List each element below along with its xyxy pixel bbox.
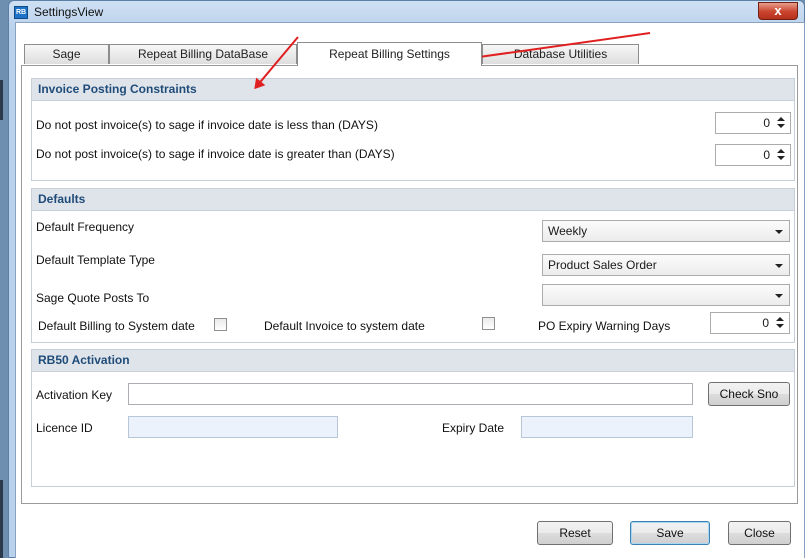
default-frequency-label: Default Frequency [36, 220, 135, 234]
chevron-down-icon [775, 294, 783, 298]
window-title: SettingsView [34, 5, 104, 19]
po-expiry-spinner[interactable]: 0 [710, 312, 790, 334]
po-expiry-label: PO Expiry Warning Days [538, 319, 671, 333]
default-template-select[interactable]: Product Sales Order [542, 254, 790, 276]
chevron-down-icon [775, 264, 783, 268]
window-close-button[interactable]: x [758, 2, 798, 20]
chevron-down-icon [775, 230, 783, 234]
licence-id-label: Licence ID [36, 421, 93, 435]
expiry-date-label: Expiry Date [442, 421, 505, 435]
default-frequency-select[interactable]: Weekly [542, 220, 790, 242]
spinner-up-down-icon[interactable] [775, 314, 785, 332]
billing-system-date-label: Default Billing to System date [38, 319, 195, 333]
activation-header: RB50 Activation [32, 350, 794, 372]
po-expiry-value: 0 [762, 316, 769, 330]
default-frequency-value: Weekly [548, 224, 588, 238]
greater-than-days-label: Do not post invoice(s) to sage if invoic… [36, 147, 395, 161]
less-than-days-value: 0 [763, 116, 770, 130]
invoice-posting-header: Invoice Posting Constraints [32, 79, 794, 101]
defaults-header: Defaults [32, 189, 794, 211]
tab-sage[interactable]: Sage [24, 44, 109, 64]
title-bar[interactable]: RB SettingsView x [9, 1, 804, 23]
greater-than-days-value: 0 [763, 148, 770, 162]
sage-quote-select[interactable] [542, 284, 790, 306]
default-template-label: Default Template Type [36, 253, 155, 267]
check-sno-button[interactable]: Check Sno [708, 382, 790, 406]
background-window-edge [0, 80, 3, 120]
app-icon: RB [14, 6, 28, 19]
billing-system-date-checkbox[interactable] [214, 318, 227, 331]
save-button[interactable]: Save [630, 521, 710, 545]
invoice-system-date-label: Default Invoice to system date [264, 319, 425, 333]
less-than-days-spinner[interactable]: 0 [715, 112, 791, 134]
reset-button[interactable]: Reset [537, 521, 613, 545]
greater-than-days-spinner[interactable]: 0 [715, 144, 791, 166]
expiry-date-field [521, 416, 693, 438]
less-than-days-label: Do not post invoice(s) to sage if invoic… [36, 118, 378, 132]
tab-repeat-billing-database[interactable]: Repeat Billing DataBase [109, 44, 297, 64]
sage-quote-label: Sage Quote Posts To [36, 291, 150, 305]
close-button[interactable]: Close [728, 521, 791, 545]
tab-repeat-billing-settings[interactable]: Repeat Billing Settings [297, 42, 482, 66]
licence-id-field [128, 416, 338, 438]
activation-key-input[interactable] [128, 383, 693, 405]
default-template-value: Product Sales Order [548, 258, 657, 272]
background-window-edge [0, 480, 3, 558]
spinner-up-down-icon[interactable] [776, 114, 786, 132]
activation-key-label: Activation Key [36, 388, 113, 402]
spinner-up-down-icon[interactable] [776, 146, 786, 164]
invoice-system-date-checkbox[interactable] [482, 317, 495, 330]
